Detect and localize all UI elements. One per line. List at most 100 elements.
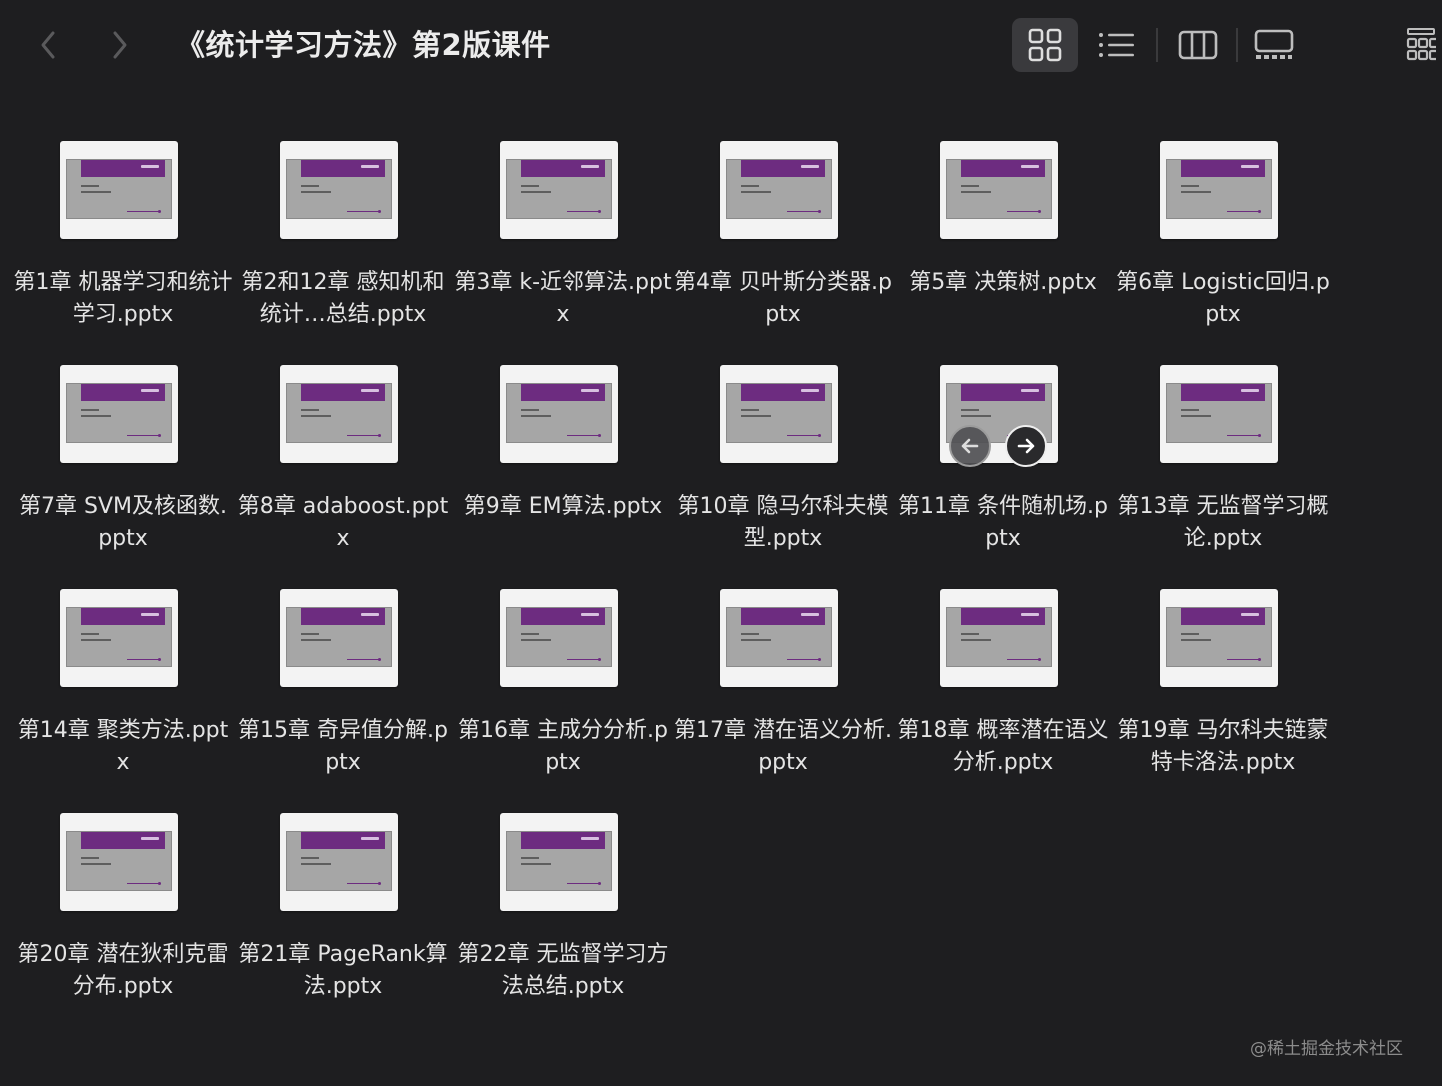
slide-title-band — [961, 160, 1045, 177]
toolbar-separator — [1156, 28, 1158, 62]
slide-text-line — [81, 409, 99, 411]
pptx-preview-image — [940, 141, 1058, 239]
slide-title-band — [521, 384, 605, 401]
file-thumbnail[interactable] — [60, 813, 178, 911]
file-thumbnail[interactable] — [940, 365, 1058, 467]
preview-next-button[interactable] — [1005, 425, 1047, 467]
slide-preview — [506, 607, 612, 667]
file-thumbnail[interactable] — [1160, 141, 1278, 239]
slide-text-line — [81, 633, 99, 635]
pptx-preview-image — [720, 365, 838, 463]
slide-title-band — [521, 608, 605, 625]
slide-text-line — [301, 857, 319, 859]
slide-underline — [567, 883, 599, 884]
slide-text-line — [301, 415, 331, 417]
file-thumbnail[interactable] — [500, 813, 618, 911]
file-thumbnail[interactable] — [720, 365, 838, 463]
slide-dot — [818, 434, 821, 437]
slide-title-band — [521, 160, 605, 177]
slide-text-line — [81, 191, 111, 193]
slide-text-line — [961, 415, 991, 417]
slide-preview — [726, 383, 832, 443]
logo-icon — [361, 613, 379, 616]
pptx-preview-image — [500, 813, 618, 911]
preview-prev-button[interactable] — [949, 425, 991, 467]
slide-underline — [127, 659, 159, 660]
file-thumbnail[interactable] — [280, 589, 398, 687]
back-button[interactable] — [28, 24, 68, 66]
slide-title-band — [81, 160, 165, 177]
slide-text-line — [301, 639, 331, 641]
file-name: 第2和12章 感知机和统计…总结.pptx — [241, 270, 445, 327]
slide-preview — [726, 607, 832, 667]
group-icon — [1406, 28, 1436, 61]
file-thumbnail[interactable] — [280, 813, 398, 911]
logo-icon — [361, 165, 379, 168]
file-thumbnail[interactable] — [940, 141, 1058, 239]
slide-underline — [567, 211, 599, 212]
file-thumbnail[interactable] — [720, 141, 838, 239]
file-thumbnail[interactable] — [1160, 365, 1278, 463]
slide-text-line — [521, 633, 539, 635]
slide-text-line — [741, 185, 759, 187]
file-thumbnail[interactable] — [500, 141, 618, 239]
file-name: 第22章 无监督学习方法总结.pptx — [457, 942, 669, 999]
file-name: 第3章 k-近邻算法.pptx — [454, 270, 672, 327]
file-thumbnail[interactable] — [60, 589, 178, 687]
slide-title-band — [301, 608, 385, 625]
slide-title-band — [81, 384, 165, 401]
slide-title-band — [1181, 608, 1265, 625]
chevron-right-icon — [113, 31, 127, 59]
pptx-preview-image — [500, 365, 618, 463]
slide-dot — [598, 210, 601, 213]
gallery-icon — [1254, 29, 1294, 59]
pptx-preview-image — [500, 589, 618, 687]
group-view-button[interactable] — [1398, 18, 1442, 72]
slide-underline — [787, 659, 819, 660]
slide-text-line — [961, 185, 979, 187]
logo-icon — [801, 389, 819, 392]
file-thumbnail[interactable] — [280, 365, 398, 463]
slide-preview — [286, 831, 392, 891]
file-thumbnail[interactable] — [60, 141, 178, 239]
logo-icon — [1021, 613, 1039, 616]
gallery-view-button[interactable] — [1242, 18, 1306, 72]
file-name: 第18章 概率潜在语义分析.pptx — [897, 718, 1109, 775]
file-name: 第9章 EM算法.pptx — [463, 494, 663, 519]
list-icon — [1099, 33, 1134, 57]
file-thumbnail[interactable] — [280, 141, 398, 239]
column-view-button[interactable] — [1166, 18, 1230, 72]
slide-dot — [158, 210, 161, 213]
slide-underline — [1227, 211, 1259, 212]
file-name: 第4章 贝叶斯分类器.pptx — [674, 270, 892, 327]
pptx-preview-image — [500, 141, 618, 239]
file-thumbnail[interactable] — [500, 589, 618, 687]
slide-underline — [787, 211, 819, 212]
slide-preview — [66, 383, 172, 443]
slide-text-line — [521, 863, 551, 865]
slide-dot — [598, 434, 601, 437]
file-thumbnail[interactable] — [500, 365, 618, 463]
slide-preview — [66, 607, 172, 667]
slide-preview — [66, 159, 172, 219]
file-thumbnail[interactable] — [940, 589, 1058, 687]
slide-dot — [378, 210, 381, 213]
icon-view-button[interactable] — [1012, 18, 1078, 72]
file-thumbnail[interactable] — [1160, 589, 1278, 687]
slide-text-line — [521, 409, 539, 411]
slide-title-band — [301, 832, 385, 849]
list-view-button[interactable] — [1086, 18, 1148, 72]
file-thumbnail[interactable] — [60, 365, 178, 463]
slide-text-line — [741, 639, 771, 641]
slide-underline — [347, 659, 379, 660]
file-thumbnail[interactable] — [720, 589, 838, 687]
slide-title-band — [81, 608, 165, 625]
logo-icon — [141, 613, 159, 616]
forward-button[interactable] — [100, 24, 140, 66]
slide-dot — [1038, 210, 1041, 213]
arrow-left-icon — [961, 438, 979, 454]
file-name: 第13章 无监督学习概论.pptx — [1117, 494, 1329, 551]
file-name: 第15章 奇异值分解.pptx — [238, 718, 448, 775]
slide-underline — [1007, 659, 1039, 660]
slide-text-line — [301, 409, 319, 411]
